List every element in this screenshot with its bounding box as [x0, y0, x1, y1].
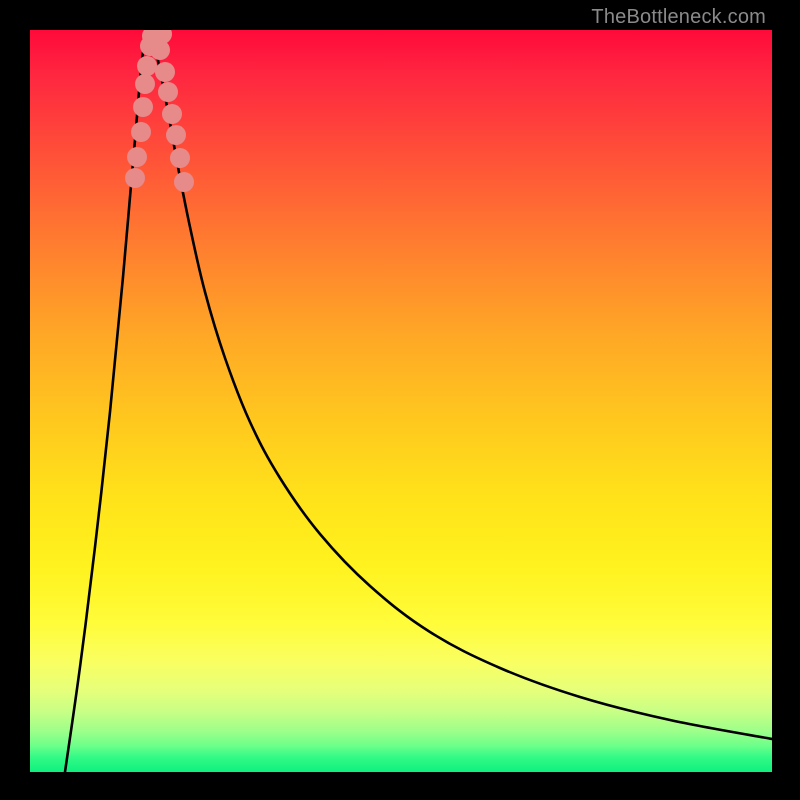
bottleneck-chart [30, 30, 772, 772]
data-markers [125, 30, 194, 192]
marker-dot [150, 40, 170, 60]
marker-dot [133, 97, 153, 117]
marker-dot [158, 82, 178, 102]
bottleneck-curves [65, 34, 772, 772]
marker-dot [127, 147, 147, 167]
curve-left-branch [65, 34, 150, 772]
marker-dot [137, 56, 157, 76]
marker-dot [135, 74, 155, 94]
marker-dot [155, 62, 175, 82]
marker-dot [174, 172, 194, 192]
marker-dot [162, 104, 182, 124]
curve-right-branch [150, 34, 773, 739]
chart-svg [30, 30, 772, 772]
marker-dot [166, 125, 186, 145]
marker-dot [125, 168, 145, 188]
watermark-text: TheBottleneck.com [591, 6, 766, 29]
marker-dot [170, 148, 190, 168]
marker-dot [131, 122, 151, 142]
